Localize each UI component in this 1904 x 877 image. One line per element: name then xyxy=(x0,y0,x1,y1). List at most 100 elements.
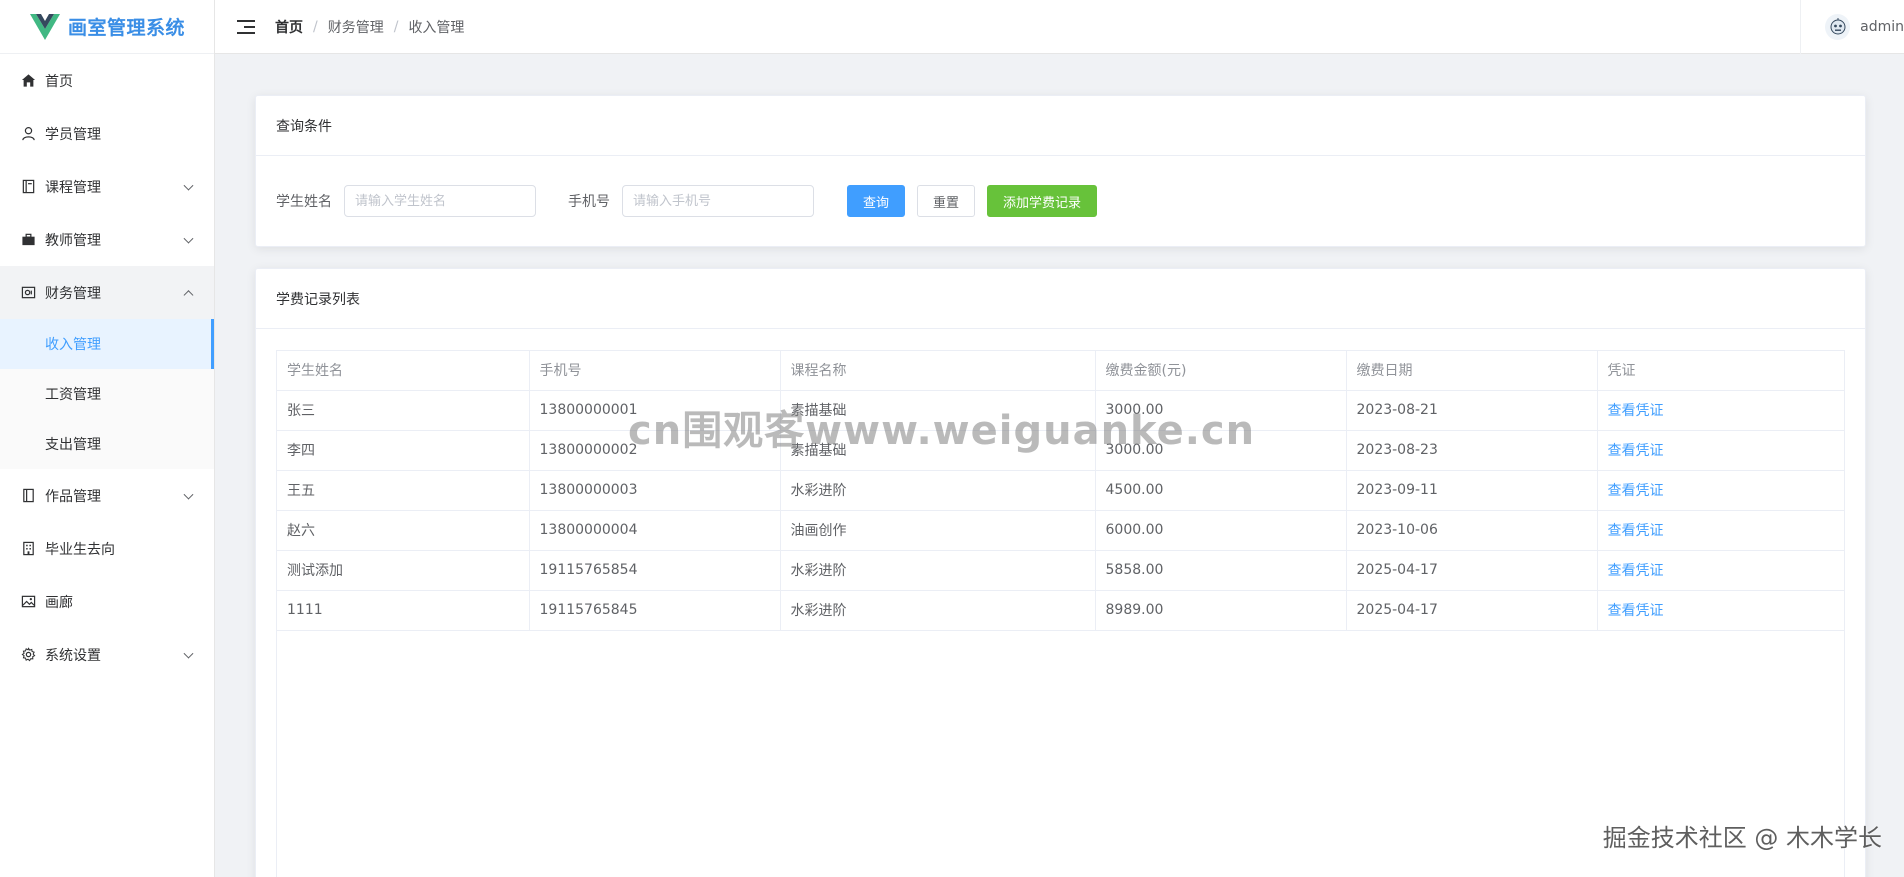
breadcrumb-home[interactable]: 首页 xyxy=(275,17,303,37)
voucher-cell: 查看凭证 xyxy=(1597,510,1844,551)
breadcrumb-finance: 财务管理 xyxy=(327,19,384,36)
search-card: 查询条件 学生姓名 手机号 查询 重置 添加学费记录 xyxy=(255,95,1866,247)
column-header: 缴费日期 xyxy=(1346,351,1598,391)
view-voucher-link[interactable]: 查看凭证 xyxy=(1608,603,1664,619)
chevron-down-icon xyxy=(183,233,194,244)
voucher-cell: 查看凭证 xyxy=(1597,550,1844,591)
sidebar-item-label: 画廊 xyxy=(45,594,73,611)
sidebar-item-label: 财务管理 xyxy=(45,285,101,302)
table-row: 王五 13800000003 水彩进阶 4500.00 2023-09-11 查… xyxy=(277,470,1844,511)
search-form: 学生姓名 手机号 查询 重置 添加学费记录 xyxy=(256,156,1865,246)
column-header: 手机号 xyxy=(529,351,781,391)
chevron-down-icon xyxy=(183,489,194,500)
amount-cell: 3000.00 xyxy=(1095,430,1347,471)
column-header: 课程名称 xyxy=(780,351,1096,391)
finance-submenu: 收入管理 工资管理 支出管理 xyxy=(0,319,214,469)
table-row: 赵六 13800000004 油画创作 6000.00 2023-10-06 查… xyxy=(277,510,1844,551)
phone-cell: 19115765854 xyxy=(529,550,781,591)
student-name-input[interactable] xyxy=(344,185,536,217)
breadcrumb-income: 收入管理 xyxy=(408,19,465,36)
logo[interactable]: 画室管理系统 xyxy=(0,0,214,54)
amount-cell: 5858.00 xyxy=(1095,550,1347,591)
reset-button[interactable]: 重置 xyxy=(917,185,976,217)
table-row: 李四 13800000002 素描基础 3000.00 2023-08-23 查… xyxy=(277,430,1844,471)
sidebar-item-teachers[interactable]: 教师管理 xyxy=(0,213,214,266)
table-row: 测试添加 19115765854 水彩进阶 5858.00 2025-04-17… xyxy=(277,550,1844,591)
avatar[interactable] xyxy=(1825,14,1851,40)
menu-toggle-icon[interactable] xyxy=(237,19,255,34)
sidebar-item-works[interactable]: 作品管理 xyxy=(0,469,214,522)
tuition-table-card: 学费记录列表 学生姓名 手机号 课程名称 缴费金额(元) 缴费日期 凭证 张三 … xyxy=(255,268,1866,877)
amount-cell: 4500.00 xyxy=(1095,470,1347,511)
sidebar-item-settings[interactable]: 系统设置 xyxy=(0,628,214,681)
sidebar-item-label: 毕业生去向 xyxy=(45,541,115,558)
table-row: 1111 19115765845 水彩进阶 8989.00 2025-04-17… xyxy=(277,590,1844,631)
view-voucher-link[interactable]: 查看凭证 xyxy=(1608,563,1664,579)
robot-avatar-icon xyxy=(1830,18,1846,35)
vue-logo-icon xyxy=(30,13,60,40)
table-container: 学生姓名 手机号 课程名称 缴费金额(元) 缴费日期 凭证 张三 1380000… xyxy=(276,350,1845,877)
phone-cell: 13800000003 xyxy=(529,470,781,511)
query-button[interactable]: 查询 xyxy=(847,185,906,217)
phone-input[interactable] xyxy=(622,185,814,217)
sidebar-item-courses[interactable]: 课程管理 xyxy=(0,160,214,213)
tuition-table: 学生姓名 手机号 课程名称 缴费金额(元) 缴费日期 凭证 张三 1380000… xyxy=(277,351,1844,631)
wallet-icon xyxy=(20,285,36,301)
top-header: 首页 / 财务管理 / 收入管理 admin xyxy=(215,0,1904,54)
sidebar-item-income[interactable]: 收入管理 xyxy=(0,319,214,369)
add-tuition-record-button[interactable]: 添加学费记录 xyxy=(987,185,1098,217)
sidebar-item-label: 教师管理 xyxy=(45,232,101,249)
course-cell: 素描基础 xyxy=(780,430,1096,471)
table-card-title: 学费记录列表 xyxy=(256,269,1865,329)
sidebar-item-graduates[interactable]: 毕业生去向 xyxy=(0,522,214,575)
chevron-down-icon xyxy=(183,180,194,191)
sidebar-item-label: 工资管理 xyxy=(45,387,101,403)
date-cell: 2025-04-17 xyxy=(1346,590,1598,631)
sidebar-menu: 首页 学员管理 课程管理 教师管理 财务管理 收入管理 工资管理 支出管理 作品… xyxy=(0,54,214,681)
table-header-row: 学生姓名 手机号 课程名称 缴费金额(元) 缴费日期 凭证 xyxy=(277,351,1844,391)
student-name-cell: 测试添加 xyxy=(277,550,530,591)
phone-cell: 19115765845 xyxy=(529,590,781,631)
chevron-up-icon xyxy=(183,289,194,300)
sidebar-item-label: 支出管理 xyxy=(45,437,101,453)
voucher-cell: 查看凭证 xyxy=(1597,590,1844,631)
sidebar-item-label: 收入管理 xyxy=(45,337,101,353)
phone-cell: 13800000004 xyxy=(529,510,781,551)
voucher-cell: 查看凭证 xyxy=(1597,430,1844,471)
breadcrumb: 首页 / 财务管理 / 收入管理 xyxy=(275,17,464,37)
user-menu[interactable]: admin xyxy=(1800,0,1904,54)
course-cell: 水彩进阶 xyxy=(780,550,1096,591)
notebook-icon xyxy=(20,488,36,504)
student-name-cell: 1111 xyxy=(277,590,530,631)
view-voucher-link[interactable]: 查看凭证 xyxy=(1608,443,1664,459)
book-icon xyxy=(20,179,36,195)
view-voucher-link[interactable]: 查看凭证 xyxy=(1608,523,1664,539)
home-icon xyxy=(20,73,36,89)
date-cell: 2023-08-21 xyxy=(1346,390,1598,431)
chevron-down-icon xyxy=(183,648,194,659)
view-voucher-link[interactable]: 查看凭证 xyxy=(1608,483,1664,499)
course-cell: 油画创作 xyxy=(780,510,1096,551)
breadcrumb-separator: / xyxy=(313,18,318,35)
sidebar-item-students[interactable]: 学员管理 xyxy=(0,107,214,160)
view-voucher-link[interactable]: 查看凭证 xyxy=(1608,403,1664,419)
student-name-cell: 张三 xyxy=(277,390,530,431)
phone-cell: 13800000001 xyxy=(529,390,781,431)
course-cell: 水彩进阶 xyxy=(780,470,1096,511)
sidebar-item-label: 系统设置 xyxy=(45,647,101,664)
user-icon xyxy=(20,126,36,142)
sidebar-item-salary[interactable]: 工资管理 xyxy=(0,369,214,419)
search-card-title: 查询条件 xyxy=(256,96,1865,156)
sidebar-item-expense[interactable]: 支出管理 xyxy=(0,419,214,469)
briefcase-icon xyxy=(20,232,36,248)
amount-cell: 8989.00 xyxy=(1095,590,1347,631)
sidebar-item-finance[interactable]: 财务管理 xyxy=(0,266,214,319)
sidebar-item-gallery[interactable]: 画廊 xyxy=(0,575,214,628)
date-cell: 2023-10-06 xyxy=(1346,510,1598,551)
amount-cell: 6000.00 xyxy=(1095,510,1347,551)
sidebar-item-home[interactable]: 首页 xyxy=(0,54,214,107)
course-cell: 水彩进阶 xyxy=(780,590,1096,631)
breadcrumb-separator: / xyxy=(393,18,399,35)
student-name-label: 学生姓名 xyxy=(276,194,332,210)
gear-icon xyxy=(20,647,36,663)
